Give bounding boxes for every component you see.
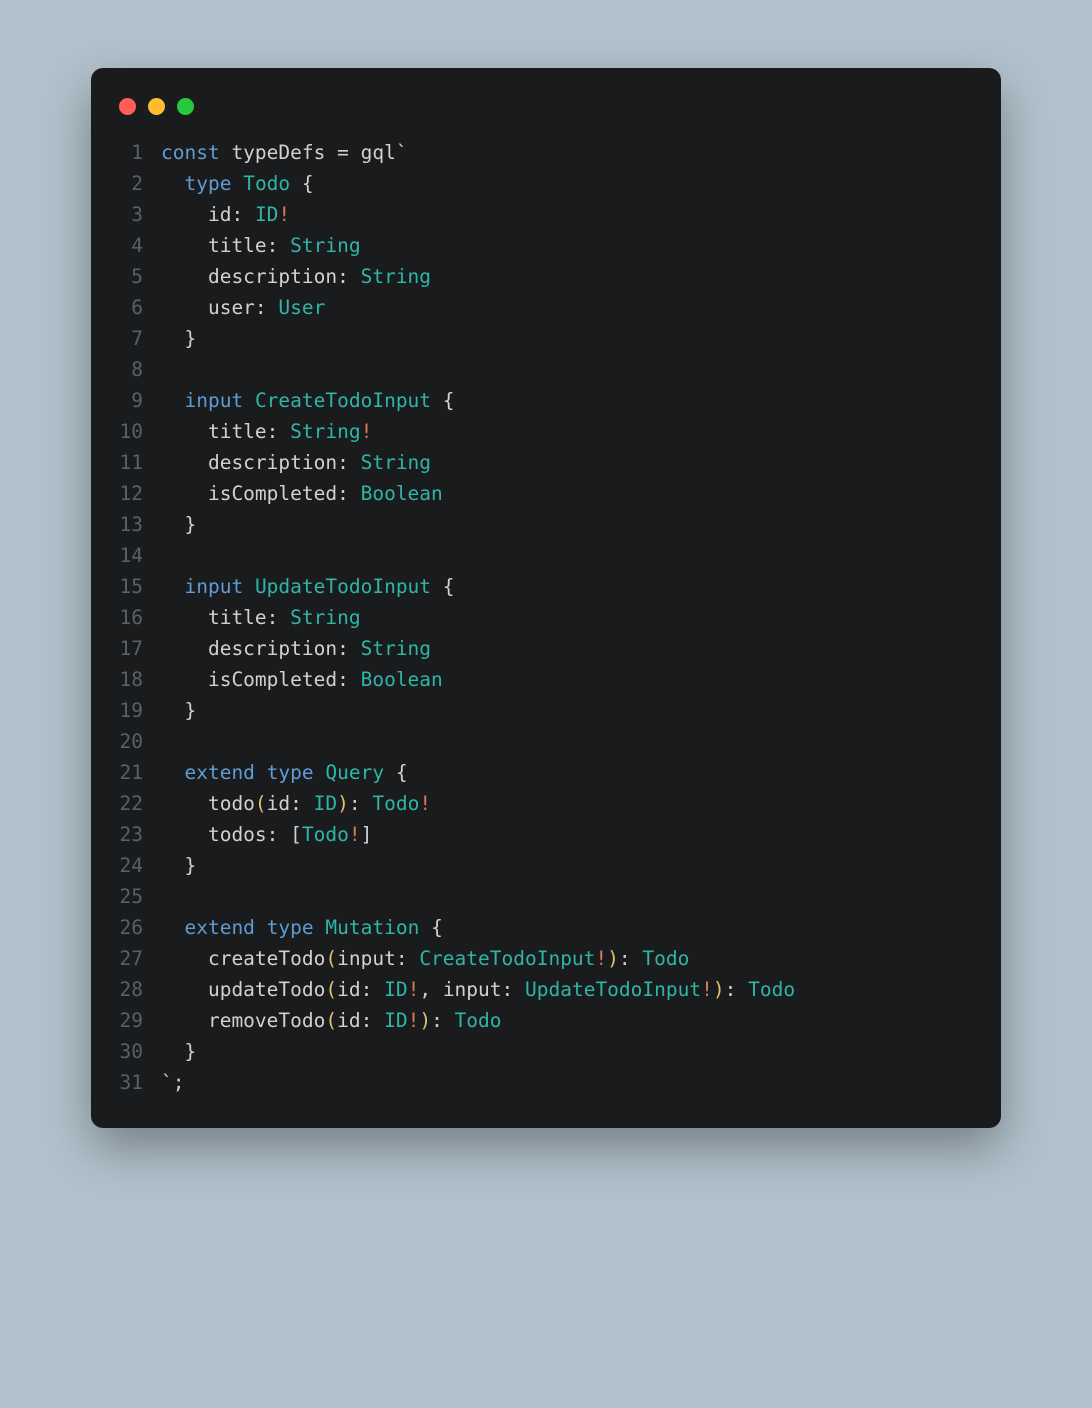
line-content: removeTodo(id: ID!): Todo [161,1005,979,1036]
code-line: 25 [113,881,979,912]
code-line: 14 [113,540,979,571]
line-number: 17 [113,633,161,664]
code-line: 24 } [113,850,979,881]
code-line: 4 title: String [113,230,979,261]
line-content: createTodo(input: CreateTodoInput!): Tod… [161,943,979,974]
line-number: 31 [113,1067,161,1098]
line-content: } [161,850,979,881]
code-line: 17 description: String [113,633,979,664]
code-line: 3 id: ID! [113,199,979,230]
line-number: 25 [113,881,161,912]
line-content: const typeDefs = gql` [161,137,979,168]
code-line: 6 user: User [113,292,979,323]
line-number: 16 [113,602,161,633]
line-content [161,726,979,757]
code-line: 18 isCompleted: Boolean [113,664,979,695]
code-line: 19 } [113,695,979,726]
line-content: isCompleted: Boolean [161,478,979,509]
line-content: id: ID! [161,199,979,230]
line-content: } [161,695,979,726]
line-content: description: String [161,261,979,292]
line-content: updateTodo(id: ID!, input: UpdateTodoInp… [161,974,979,1005]
line-content: } [161,509,979,540]
line-number: 19 [113,695,161,726]
line-number: 12 [113,478,161,509]
line-number: 23 [113,819,161,850]
line-number: 28 [113,974,161,1005]
close-icon[interactable] [119,98,136,115]
line-number: 2 [113,168,161,199]
code-window: 1const typeDefs = gql`2 type Todo {3 id:… [91,68,1001,1128]
line-number: 21 [113,757,161,788]
line-content: description: String [161,633,979,664]
line-number: 26 [113,912,161,943]
code-line: 27 createTodo(input: CreateTodoInput!): … [113,943,979,974]
line-content: title: String [161,230,979,261]
code-line: 26 extend type Mutation { [113,912,979,943]
line-number: 6 [113,292,161,323]
line-number: 8 [113,354,161,385]
code-line: 20 [113,726,979,757]
code-line: 9 input CreateTodoInput { [113,385,979,416]
line-number: 4 [113,230,161,261]
line-content: type Todo { [161,168,979,199]
code-line: 8 [113,354,979,385]
line-number: 22 [113,788,161,819]
code-line: 7 } [113,323,979,354]
code-line: 11 description: String [113,447,979,478]
line-number: 20 [113,726,161,757]
line-content: input CreateTodoInput { [161,385,979,416]
maximize-icon[interactable] [177,98,194,115]
line-number: 29 [113,1005,161,1036]
line-content: extend type Mutation { [161,912,979,943]
code-line: 13 } [113,509,979,540]
line-content [161,540,979,571]
code-line: 10 title: String! [113,416,979,447]
traffic-lights [113,92,979,137]
line-number: 15 [113,571,161,602]
line-content [161,881,979,912]
line-number: 30 [113,1036,161,1067]
line-number: 7 [113,323,161,354]
code-line: 2 type Todo { [113,168,979,199]
code-line: 21 extend type Query { [113,757,979,788]
code-line: 15 input UpdateTodoInput { [113,571,979,602]
code-line: 12 isCompleted: Boolean [113,478,979,509]
line-number: 9 [113,385,161,416]
line-number: 3 [113,199,161,230]
code-line: 23 todos: [Todo!] [113,819,979,850]
code-block[interactable]: 1const typeDefs = gql`2 type Todo {3 id:… [113,137,979,1098]
line-content: title: String [161,602,979,633]
line-content: } [161,1036,979,1067]
line-content: `; [161,1067,979,1098]
line-content: extend type Query { [161,757,979,788]
code-line: 22 todo(id: ID): Todo! [113,788,979,819]
line-number: 11 [113,447,161,478]
code-line: 5 description: String [113,261,979,292]
line-content: } [161,323,979,354]
line-number: 14 [113,540,161,571]
line-content: description: String [161,447,979,478]
code-line: 31`; [113,1067,979,1098]
line-number: 13 [113,509,161,540]
line-content: todo(id: ID): Todo! [161,788,979,819]
line-number: 10 [113,416,161,447]
code-line: 1const typeDefs = gql` [113,137,979,168]
line-content: title: String! [161,416,979,447]
line-number: 24 [113,850,161,881]
line-content: user: User [161,292,979,323]
line-number: 27 [113,943,161,974]
code-line: 16 title: String [113,602,979,633]
code-line: 29 removeTodo(id: ID!): Todo [113,1005,979,1036]
line-number: 18 [113,664,161,695]
code-line: 28 updateTodo(id: ID!, input: UpdateTodo… [113,974,979,1005]
line-content: todos: [Todo!] [161,819,979,850]
line-content: isCompleted: Boolean [161,664,979,695]
line-content: input UpdateTodoInput { [161,571,979,602]
line-number: 1 [113,137,161,168]
minimize-icon[interactable] [148,98,165,115]
line-number: 5 [113,261,161,292]
line-content [161,354,979,385]
code-line: 30 } [113,1036,979,1067]
